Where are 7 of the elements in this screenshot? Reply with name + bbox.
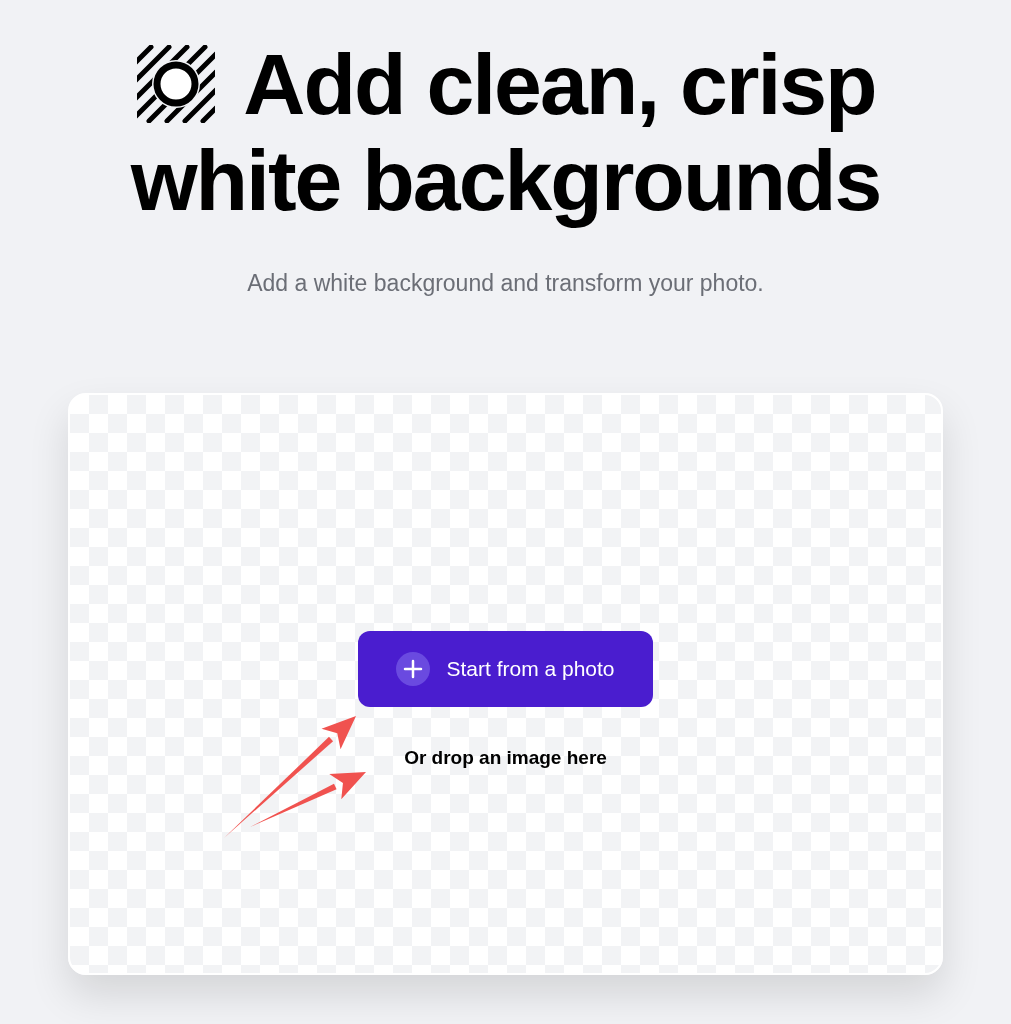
headline: Add clean, crisp: [243, 35, 876, 133]
start-from-photo-button[interactable]: Start from a photo: [358, 630, 653, 707]
drop-hint: Or drop an image here: [404, 745, 607, 770]
headline: white backgrounds: [130, 131, 881, 229]
plus-icon: [396, 651, 431, 686]
subtitle: Add a white background and transform your photo.: [247, 269, 764, 298]
sun-icon: [135, 43, 218, 125]
